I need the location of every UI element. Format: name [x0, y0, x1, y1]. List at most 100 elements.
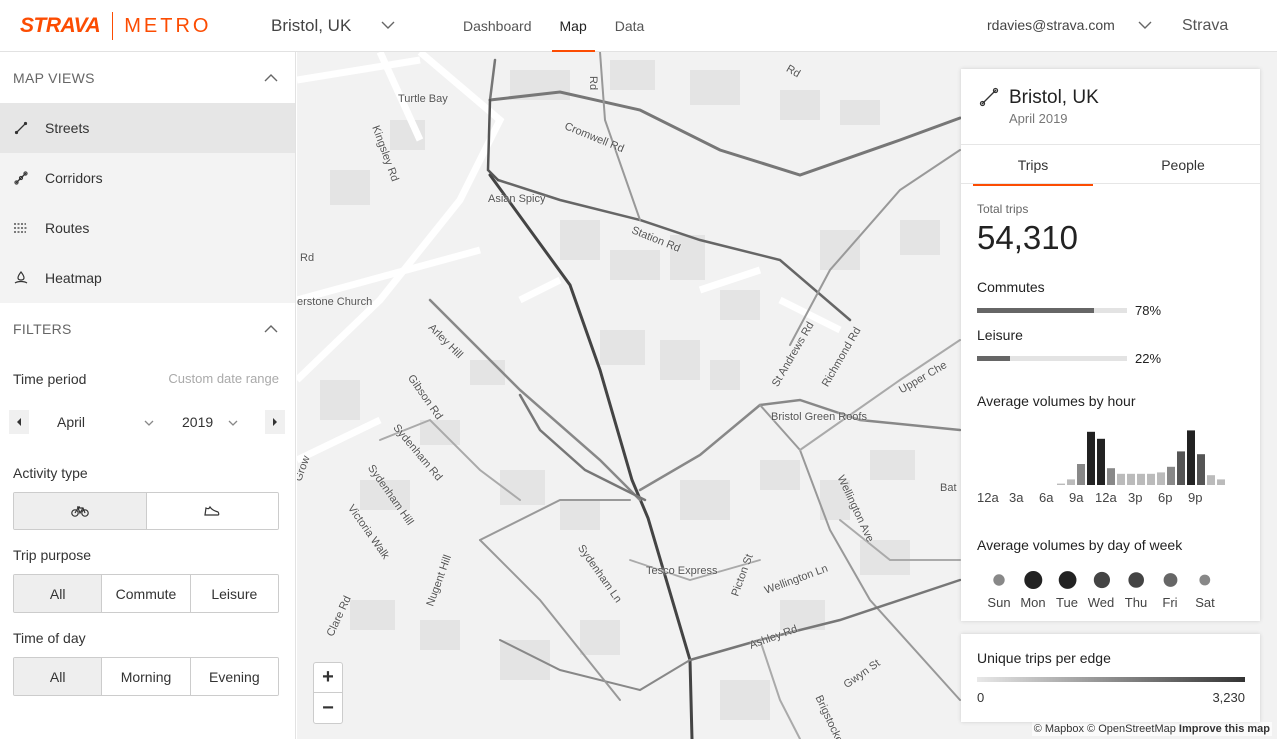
date-selector-row: April 2019: [9, 410, 285, 436]
purpose-commute-button[interactable]: Commute: [102, 575, 191, 612]
heatmap-icon: [13, 270, 29, 286]
time-period-label: Time period: [13, 371, 87, 387]
hour-bar: [1217, 479, 1225, 485]
street-label: Bat: [940, 482, 957, 494]
nav-data[interactable]: Data: [615, 0, 645, 52]
view-heatmap[interactable]: Heatmap: [0, 253, 295, 303]
caret-left-icon: [17, 418, 21, 426]
chevron-up-icon[interactable]: [263, 323, 279, 335]
strava-link[interactable]: Strava: [1182, 17, 1228, 35]
activity-foot-button[interactable]: [146, 493, 278, 529]
attribution-text[interactable]: © Mapbox © OpenStreetMap: [1034, 723, 1176, 735]
day-label: Sat: [1195, 595, 1215, 610]
legend-gradient: [977, 677, 1245, 682]
logo-divider: [112, 12, 114, 40]
tab-people[interactable]: People: [1123, 145, 1243, 185]
chevron-down-icon[interactable]: [380, 18, 396, 32]
map-views-title: MAP VIEWS: [13, 69, 95, 86]
view-corridors[interactable]: Corridors: [0, 153, 295, 203]
time-evening-button[interactable]: Evening: [190, 658, 278, 695]
logo-brand: STRAVA: [20, 14, 101, 37]
activity-type-label-row: Activity type: [13, 465, 279, 483]
strava-metro-logo[interactable]: STRAVA METRO: [20, 12, 212, 40]
street-label: Asian Spicy: [488, 193, 546, 205]
next-month-button[interactable]: [265, 410, 285, 434]
day-dot: [1024, 571, 1043, 589]
commutes-bar-fill: [977, 308, 1094, 313]
legend-max: 3,230: [1212, 690, 1245, 705]
user-menu[interactable]: rdavies@strava.com: [987, 17, 1115, 33]
hour-bar: [1157, 472, 1165, 485]
view-routes[interactable]: Routes: [0, 203, 295, 253]
map-views-header[interactable]: MAP VIEWS: [0, 52, 295, 103]
hour-bar: [1207, 475, 1215, 485]
activity-type-toggle: [13, 492, 279, 530]
hour-bar: [1137, 473, 1145, 485]
streets-icon: [13, 120, 29, 136]
time-all-button[interactable]: All: [14, 658, 103, 695]
year-select[interactable]: 2019: [182, 414, 213, 430]
hour-bar: [1097, 438, 1105, 485]
total-trips-value: 54,310: [977, 219, 1078, 256]
hour-bar: [1117, 473, 1125, 485]
hour-bar: [1187, 430, 1195, 485]
improve-map-link[interactable]: Improve this map: [1179, 723, 1270, 735]
hour-tick-label: 12a: [977, 490, 999, 505]
streets-icon: [979, 87, 999, 107]
hour-bar: [1147, 473, 1155, 485]
activity-ride-button[interactable]: [14, 493, 147, 529]
street-label: Tesco Express: [646, 565, 718, 577]
view-label: Routes: [45, 220, 90, 236]
prev-month-button[interactable]: [9, 410, 29, 434]
filters-header[interactable]: FILTERS: [0, 303, 295, 354]
legend-title: Unique trips per edge: [977, 650, 1111, 666]
day-dot: [1128, 572, 1144, 588]
tab-trips[interactable]: Trips: [973, 145, 1093, 186]
commutes-label: Commutes: [977, 279, 1045, 295]
hour-bar: [1067, 479, 1075, 485]
hour-bar: [1017, 484, 1025, 485]
street-label: Bristol Green Roofs: [771, 411, 867, 423]
leisure-percent: 22%: [1135, 351, 1162, 366]
hour-tick-label: 6p: [1158, 490, 1173, 505]
map-views-list: Streets Corridors Routes Heatmap: [0, 103, 295, 303]
hour-bar: [1127, 473, 1135, 485]
hour-bar: [1047, 484, 1055, 485]
hour-bar: [1077, 464, 1085, 485]
nav-map[interactable]: Map: [551, 0, 596, 52]
chevron-down-icon[interactable]: [143, 418, 155, 428]
time-of-day-toggle: All Morning Evening: [13, 657, 279, 696]
purpose-leisure-button[interactable]: Leisure: [190, 575, 278, 612]
chevron-down-icon[interactable]: [1137, 18, 1153, 32]
view-label: Heatmap: [45, 270, 102, 286]
logo-product: METRO: [124, 14, 212, 37]
custom-date-range-link[interactable]: Custom date range: [168, 371, 279, 387]
hour-tick-label: 9a: [1069, 490, 1084, 505]
zoom-in-button[interactable]: +: [314, 663, 342, 693]
chevron-up-icon[interactable]: [263, 72, 279, 84]
city-selector[interactable]: Bristol, UK: [271, 16, 351, 36]
nav-dashboard[interactable]: Dashboard: [463, 0, 532, 52]
view-label: Streets: [45, 120, 90, 136]
time-morning-button[interactable]: Morning: [102, 658, 191, 695]
routes-icon: [13, 220, 29, 236]
street-label: Rd: [300, 252, 315, 264]
hour-bar: [1177, 451, 1185, 485]
caret-right-icon: [273, 418, 277, 426]
street-label: Rd: [587, 76, 599, 91]
leisure-bar-fill: [977, 356, 1010, 361]
hour-bar: [1007, 484, 1015, 485]
top-bar: STRAVA METRO Bristol, UK Dashboard Map D…: [0, 0, 1277, 52]
filters-title: FILTERS: [13, 320, 72, 337]
hour-bar: [1107, 468, 1115, 485]
view-streets[interactable]: Streets: [0, 103, 295, 153]
total-trips-label: Total trips: [977, 202, 1029, 216]
purpose-all-button[interactable]: All: [14, 575, 103, 612]
hour-bar: [1197, 454, 1205, 485]
trip-purpose-toggle: All Commute Leisure: [13, 574, 279, 613]
zoom-out-button[interactable]: −: [314, 693, 342, 723]
day-label: Thu: [1124, 595, 1148, 610]
chevron-down-icon[interactable]: [227, 418, 239, 428]
hour-tick-label: 12a: [1095, 490, 1117, 505]
month-select[interactable]: April: [57, 414, 85, 430]
